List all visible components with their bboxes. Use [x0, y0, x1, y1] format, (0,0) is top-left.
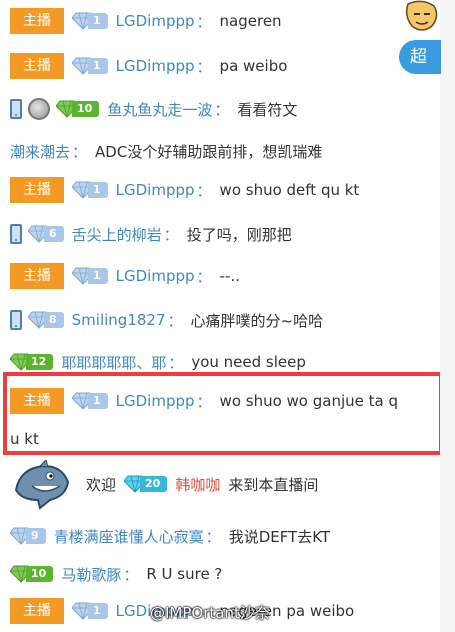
watermark-text: @IMPOrtant沙奈 — [150, 604, 270, 622]
message-text: wo shuo wo ganjue ta q — [219, 392, 399, 410]
chat-message-highlighted: 主播 1 LGDimppp ： wo shuo wo ganjue ta q — [10, 386, 440, 416]
message-text: nageren — [219, 12, 282, 30]
mobile-phone-icon — [10, 224, 22, 244]
username-link[interactable]: LGDimppp — [116, 181, 195, 199]
message-text: R U sure ? — [146, 565, 223, 583]
username-link[interactable]: 潮来潮去 — [10, 141, 70, 162]
message-text: 看看符文 — [237, 100, 298, 119]
host-badge: 主播 — [10, 53, 64, 79]
fan-level-badge: 8 — [28, 311, 64, 329]
fan-level-badge: 1 — [72, 392, 108, 410]
fan-level-badge: 6 — [28, 225, 64, 243]
chat-panel: 主播 1 LGDimppp ： nageren 主播 1 LGDimppp ： … — [0, 0, 443, 632]
chat-message: 主播 1 LGDimppp ： wo shuo deft qu kt — [10, 175, 440, 205]
host-badge: 主播 — [10, 263, 64, 289]
host-badge: 主播 — [10, 8, 64, 34]
chat-message: 9 青楼满座谁懂人心寂寞 ： 我说DEFT去KT — [10, 521, 440, 551]
super-side-button[interactable]: 超 — [399, 40, 441, 74]
fan-level-badge: 1 — [72, 181, 108, 199]
chat-message: 10 马勒歌豚 ： R U sure ? — [10, 559, 440, 589]
chat-message: 6 舌尖上的柳岩 ： 投了吗，刚那把 — [10, 219, 440, 249]
chat-message: 主播 1 LGDimppp ： nageren — [10, 6, 440, 36]
chat-message: 潮来潮去 ： ADC没个好辅助跟前排，想凯瑞难 — [10, 141, 323, 162]
mobile-phone-icon — [10, 310, 22, 330]
host-badge: 主播 — [10, 177, 64, 203]
chat-message: 10 鱼丸鱼丸走一波 ： 看看符文 — [10, 94, 440, 124]
fan-level-badge: 1 — [72, 602, 108, 620]
host-badge: 主播 — [10, 598, 64, 624]
username-link[interactable]: 马勒歌豚 — [61, 564, 121, 585]
message-text: ADC没个好辅助跟前排，想凯瑞难 — [95, 142, 323, 161]
chat-message: 主播 1 LGDimppp ： --.. — [10, 261, 440, 291]
username-link[interactable]: LGDimppp — [116, 392, 195, 410]
username-link[interactable]: LGDimppp — [116, 12, 195, 30]
character-avatar-icon — [405, 0, 438, 31]
message-text: 心痛胖噗的分~哈哈 — [190, 311, 324, 330]
mobile-phone-icon — [10, 99, 22, 119]
medal-icon — [28, 98, 50, 120]
message-text: you need sleep — [191, 353, 306, 371]
username-link[interactable]: 鱼丸鱼丸走一波 — [107, 99, 212, 120]
welcome-username[interactable]: 韩咖咖 — [175, 474, 220, 495]
welcome-message: 欢迎 20 韩咖咖 来到本直播间 — [86, 474, 319, 495]
username-link[interactable]: LGDimppp — [116, 57, 195, 75]
message-text: pa weibo — [219, 57, 288, 75]
message-text: 投了吗，刚那把 — [186, 225, 292, 244]
shark-mascot-icon — [14, 460, 70, 510]
message-text: 我说DEFT去KT — [228, 527, 331, 546]
username-link[interactable]: 耶耶耶耶耶、耶 — [61, 352, 166, 373]
fan-level-badge: 10 — [56, 100, 100, 118]
message-text: wo shuo deft qu kt — [219, 181, 360, 199]
username-link[interactable]: LGDimppp — [116, 267, 195, 285]
username-link[interactable]: 青楼满座谁懂人心寂寞 — [54, 526, 204, 547]
fan-level-badge: 1 — [72, 12, 108, 30]
scroll-gutter[interactable] — [440, 0, 455, 632]
message-text: --.. — [219, 267, 240, 285]
username-link[interactable]: Smiling1827 — [72, 311, 166, 329]
message-text-wrap: u kt — [10, 430, 39, 448]
fan-level-badge: 9 — [10, 527, 46, 545]
chat-message: 主播 1 LGDimppp ： pa weibo — [10, 51, 440, 81]
host-badge: 主播 — [10, 388, 64, 414]
username-link[interactable]: 舌尖上的柳岩 — [72, 224, 162, 245]
fan-level-badge: 12 — [10, 353, 54, 371]
chat-message: 8 Smiling1827 ： 心痛胖噗的分~哈哈 — [10, 305, 440, 335]
fan-level-badge: 20 — [124, 475, 168, 493]
fan-level-badge: 1 — [72, 267, 108, 285]
fan-level-badge: 1 — [72, 57, 108, 75]
fan-level-badge: 10 — [10, 565, 54, 583]
